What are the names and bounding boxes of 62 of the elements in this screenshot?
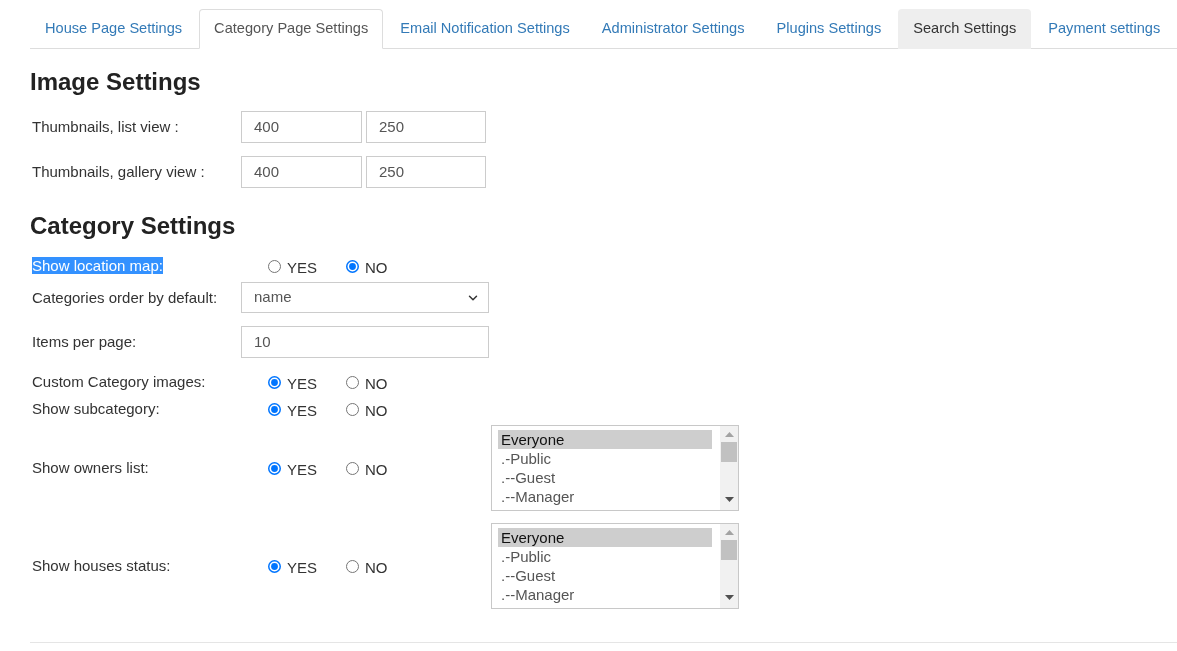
scroll-up-icon[interactable] bbox=[724, 432, 734, 437]
tab[interactable]: Category Page Settings bbox=[199, 9, 384, 49]
field-label: Thumbnails, list view : bbox=[32, 118, 179, 135]
radio-label: YES bbox=[287, 400, 317, 421]
scrollbar-thumb[interactable] bbox=[721, 442, 737, 462]
section-heading: Image Settings bbox=[30, 68, 201, 96]
input-field[interactable]: 10 bbox=[241, 326, 489, 358]
field-label: Show subcategory: bbox=[32, 400, 160, 417]
list-option[interactable]: Everyone bbox=[498, 430, 712, 449]
scroll-up-icon[interactable] bbox=[724, 530, 734, 535]
field-label: Categories order by default: bbox=[32, 288, 218, 306]
list-option[interactable]: .--Manager bbox=[498, 585, 712, 604]
section-heading: Category Settings bbox=[30, 212, 236, 240]
field-label: Show owners list: bbox=[32, 459, 149, 476]
listbox[interactable]: Everyone .-Public .--Guest .--Manager bbox=[491, 425, 739, 511]
scroll-down-icon[interactable] bbox=[724, 497, 734, 502]
select-field[interactable]: name bbox=[241, 282, 489, 313]
radio-button[interactable] bbox=[346, 559, 359, 573]
radio-button[interactable] bbox=[268, 402, 281, 416]
input-field[interactable]: 250 bbox=[366, 111, 486, 143]
tab[interactable]: Administrator Settings bbox=[586, 9, 760, 49]
scroll-down-icon[interactable] bbox=[724, 595, 734, 600]
radio-button[interactable] bbox=[346, 461, 359, 475]
radio-label: YES bbox=[287, 373, 317, 394]
radio-label: YES bbox=[287, 557, 317, 578]
radio-button[interactable] bbox=[346, 259, 359, 273]
field-label: Custom Category images: bbox=[32, 373, 206, 390]
scrollbar-thumb[interactable] bbox=[721, 540, 737, 560]
scrollbar[interactable] bbox=[720, 426, 738, 510]
radio-label: NO bbox=[365, 400, 388, 421]
radio-label: NO bbox=[365, 257, 388, 278]
field-label: Items per page: bbox=[32, 333, 137, 350]
list-option[interactable]: .--Guest bbox=[498, 468, 712, 487]
field-label: Show location map: bbox=[32, 257, 163, 274]
radio-button[interactable] bbox=[268, 259, 281, 273]
tab[interactable]: Plugins Settings bbox=[761, 9, 897, 49]
tab[interactable]: House Page Settings bbox=[30, 9, 198, 49]
tab[interactable]: Payment settings bbox=[1033, 9, 1176, 49]
listbox[interactable]: Everyone .-Public .--Guest .--Manager bbox=[491, 523, 739, 609]
tab[interactable]: Email Notification Settings bbox=[385, 9, 585, 49]
tab[interactable]: Search Settings bbox=[898, 9, 1032, 49]
input-field[interactable]: 400 bbox=[241, 111, 362, 143]
field-label: Thumbnails, gallery view : bbox=[32, 163, 205, 180]
radio-button[interactable] bbox=[268, 461, 281, 475]
radio-button[interactable] bbox=[268, 559, 281, 573]
radio-label: YES bbox=[287, 257, 317, 278]
radio-label: NO bbox=[365, 373, 388, 394]
radio-button[interactable] bbox=[268, 375, 281, 389]
radio-button[interactable] bbox=[346, 375, 359, 389]
radio-label: NO bbox=[365, 557, 388, 578]
input-field[interactable]: 400 bbox=[241, 156, 362, 188]
list-option[interactable]: .--Manager bbox=[498, 487, 712, 506]
list-option[interactable]: .-Public bbox=[498, 547, 712, 566]
list-option[interactable]: Everyone bbox=[498, 528, 712, 547]
radio-button[interactable] bbox=[346, 402, 359, 416]
field-label: Show houses status: bbox=[32, 557, 171, 574]
radio-label: NO bbox=[365, 459, 388, 480]
scrollbar[interactable] bbox=[720, 524, 738, 608]
radio-label: YES bbox=[287, 459, 317, 480]
input-field[interactable]: 250 bbox=[366, 156, 486, 188]
list-option[interactable]: .-Public bbox=[498, 449, 712, 468]
list-option[interactable]: .--Guest bbox=[498, 566, 712, 585]
